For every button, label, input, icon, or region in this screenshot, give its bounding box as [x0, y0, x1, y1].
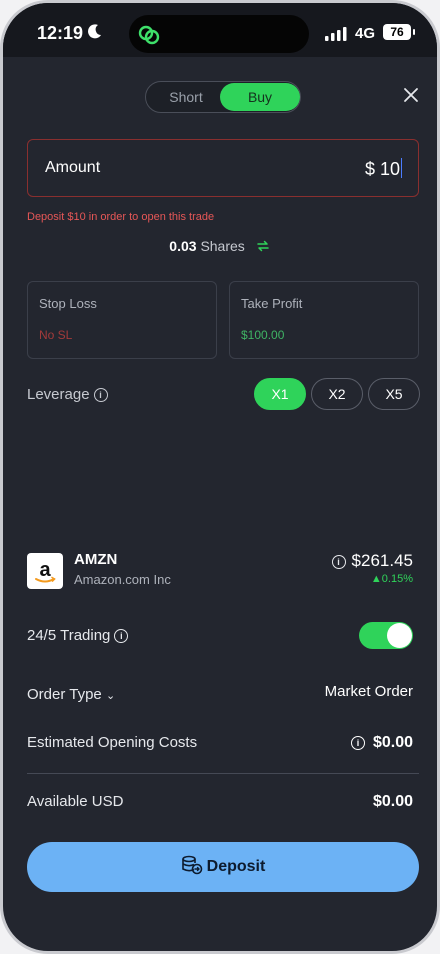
stop-loss-title: Stop Loss	[39, 296, 97, 311]
signal-icon	[325, 27, 347, 41]
moon-icon	[88, 24, 101, 39]
deposit-button[interactable]: Deposit	[27, 842, 419, 892]
chevron-down-icon: ⌄	[105, 690, 116, 702]
trading-24-5-toggle[interactable]	[359, 622, 413, 649]
price-info-icon[interactable]: i	[331, 555, 346, 569]
divider	[27, 773, 419, 774]
trading-24-5-label: 24/5 Trading i	[27, 627, 129, 644]
toggle-knob	[387, 623, 412, 648]
asset-price-value: $261.45	[351, 551, 413, 570]
deposit-icon	[181, 855, 202, 875]
amazon-logo-glyph: a	[35, 559, 56, 583]
asset-change-value: 0.15%	[381, 573, 413, 585]
leverage-label: Leverage i	[27, 386, 108, 403]
available-usd-label: Available USD	[27, 793, 124, 810]
battery-icon: 76	[383, 24, 415, 40]
amount-label: Amount	[45, 159, 101, 176]
order-type-value: Market Order	[324, 683, 413, 700]
app-logo-icon	[138, 25, 160, 45]
leverage-x2-button[interactable]: X2	[311, 378, 363, 410]
close-icon[interactable]	[401, 85, 421, 105]
shares-label: Shares	[200, 238, 245, 254]
tab-short[interactable]: Short	[150, 85, 222, 109]
take-profit-title: Take Profit	[241, 296, 303, 311]
asset-ticker: AMZN	[74, 551, 118, 568]
shares-value: 0.03	[169, 238, 197, 254]
phone-screen: 12:19 4G 76 Short Buy Amount $ 10 Deposi…	[0, 0, 440, 954]
stop-loss-card[interactable]: Stop Loss No SL	[27, 281, 217, 359]
take-profit-card[interactable]: Take Profit $100.00	[229, 281, 419, 359]
trading-info-icon[interactable]: i	[114, 629, 129, 643]
text-caret	[401, 158, 402, 178]
error-message: Deposit $10 in order to open this trade	[27, 211, 215, 223]
shares-estimate: 0.03 Shares	[3, 238, 437, 254]
tab-buy[interactable]: Buy	[220, 83, 300, 111]
status-time: 12:19	[37, 23, 84, 43]
network-type: 4G	[355, 25, 376, 42]
swap-icon[interactable]	[255, 238, 271, 254]
available-usd-value: $0.00	[372, 793, 413, 810]
currency-symbol: $	[364, 159, 375, 179]
order-type-selector[interactable]: Order Type ⌄	[27, 686, 115, 703]
stop-loss-value: No SL	[39, 328, 73, 342]
svg-text:a: a	[39, 559, 51, 581]
amount-field[interactable]: Amount $ 10	[27, 139, 419, 197]
amount-input[interactable]: $ 10	[365, 158, 402, 180]
opening-costs-value: i $0.00	[347, 734, 413, 752]
opening-costs-amount: $0.00	[372, 734, 413, 751]
take-profit-value: $100.00	[241, 328, 285, 342]
trading-24-5-text: 24/5 Trading	[27, 627, 111, 644]
leverage-label-text: Leverage	[27, 386, 90, 403]
leverage-x5-button[interactable]: X5	[368, 378, 420, 410]
order-type-label: Order Type	[27, 686, 102, 703]
asset-change: ▲0.15%	[370, 573, 413, 585]
amount-value: 10	[379, 159, 400, 179]
status-bar: 12:19 4G 76	[3, 3, 437, 57]
trade-direction-toggle: Short Buy	[145, 81, 301, 113]
deposit-label: Deposit	[206, 858, 266, 875]
opening-costs-label: Estimated Opening Costs	[27, 734, 198, 751]
asset-price: i $261.45	[328, 551, 413, 571]
info-icon[interactable]: i	[93, 388, 108, 402]
amazon-logo-icon: a	[27, 553, 63, 589]
leverage-x1-button[interactable]: X1	[254, 378, 306, 410]
asset-name: Amazon.com Inc	[74, 572, 171, 587]
costs-info-icon[interactable]: i	[350, 736, 365, 750]
